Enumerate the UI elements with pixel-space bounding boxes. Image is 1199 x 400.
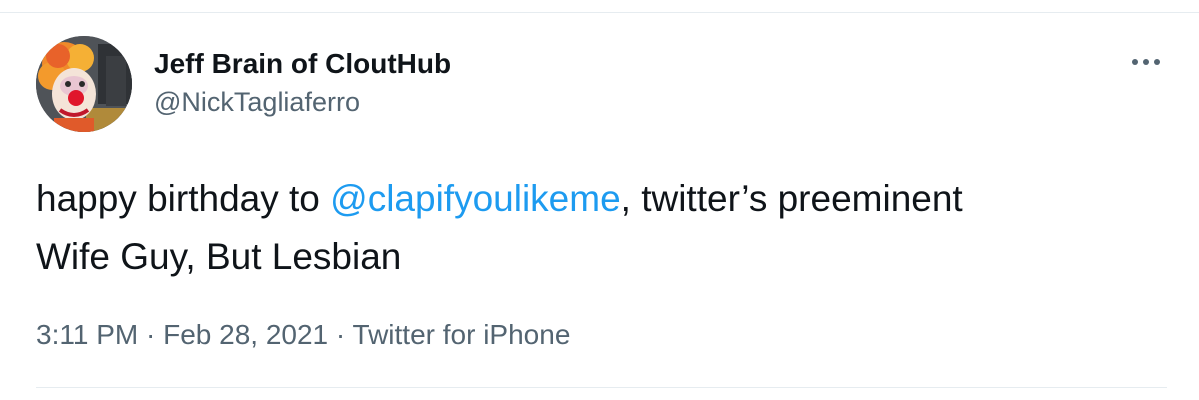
tweet-text-line2: Wife Guy, But Lesbian (36, 236, 402, 277)
meta-separator: · (328, 319, 353, 350)
more-dots-icon (1132, 59, 1160, 65)
tweet-text-line1-end: , twitter’s preeminent (620, 178, 963, 219)
more-options-button[interactable] (1126, 47, 1166, 77)
avatar[interactable] (36, 36, 132, 132)
clown-avatar-icon (36, 36, 132, 132)
user-handle[interactable]: @NickTagliaferro (154, 86, 360, 118)
tweet-text-intro: happy birthday to (36, 178, 331, 219)
tweet-time[interactable]: 3:11 PM (36, 319, 138, 350)
tweet-source[interactable]: Twitter for iPhone (353, 319, 571, 350)
top-divider (0, 12, 1199, 13)
tweet-card: Jeff Brain of CloutHub @NickTagliaferro … (0, 0, 1199, 400)
tweet-text: happy birthday to @clapifyoulikeme, twit… (36, 170, 1176, 286)
tweet-date[interactable]: Feb 28, 2021 (163, 319, 328, 350)
tweet-meta: 3:11 PM · Feb 28, 2021 · Twitter for iPh… (36, 318, 570, 352)
mention-link[interactable]: @clapifyoulikeme (330, 178, 621, 219)
bottom-divider (36, 387, 1167, 388)
display-name[interactable]: Jeff Brain of CloutHub (154, 48, 451, 80)
meta-separator: · (138, 319, 164, 350)
